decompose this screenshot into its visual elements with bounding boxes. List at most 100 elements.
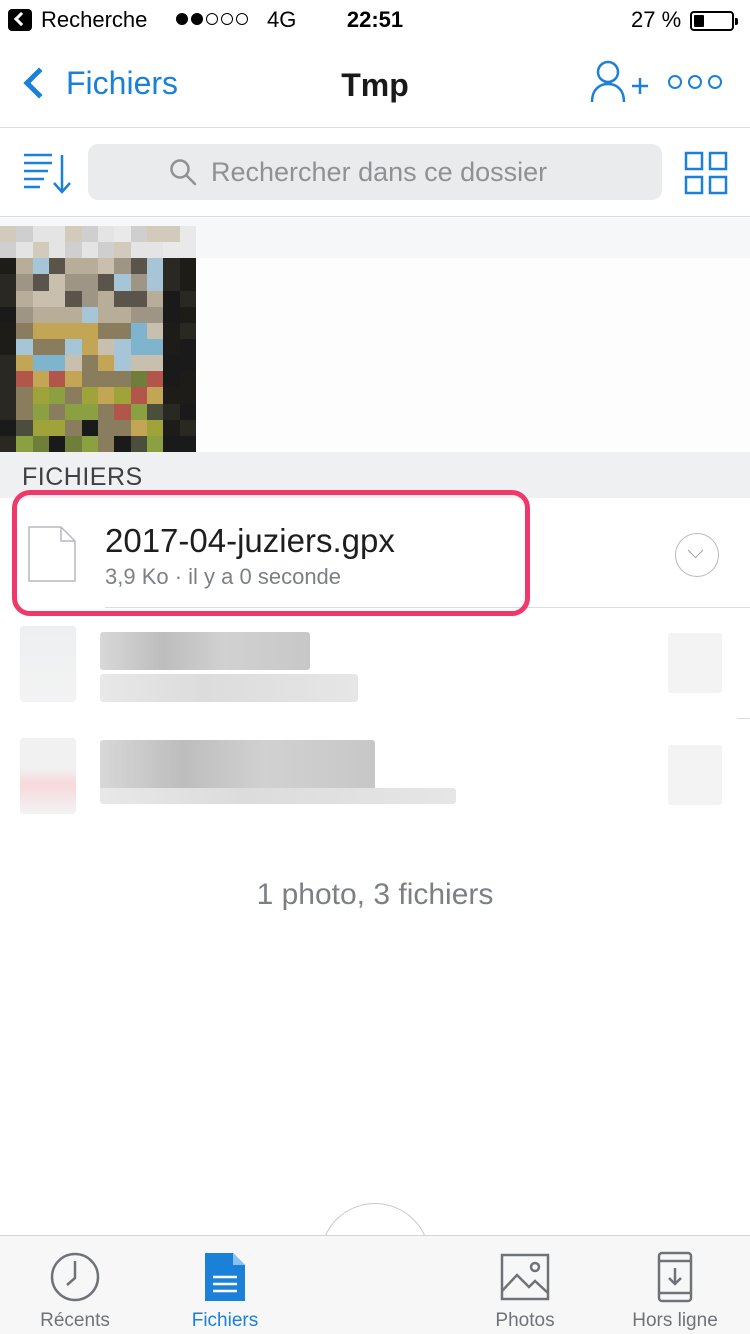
tab-offline[interactable]: Hors ligne	[600, 1236, 750, 1334]
photo-pixel	[32, 258, 49, 275]
file-meta: 3,9 Ko · il y a 0 seconde	[105, 564, 342, 589]
sort-button[interactable]	[22, 151, 74, 195]
photo-pixel	[147, 355, 164, 372]
photo-pixel	[147, 258, 164, 275]
photo-pixel	[65, 258, 82, 275]
photo-pixel	[49, 226, 66, 243]
folder-toolbar	[0, 129, 750, 217]
clock-icon	[50, 1252, 100, 1302]
file-options-button[interactable]	[675, 533, 719, 577]
photo-pixel	[65, 274, 82, 291]
tab-label: Photos	[495, 1310, 555, 1331]
photo-pixel	[16, 274, 33, 291]
files-section-header: FICHIERS	[0, 452, 750, 498]
photo-pixel	[81, 371, 98, 388]
photo-pixel	[179, 258, 196, 275]
more-icon	[668, 75, 682, 89]
photo-pixel	[163, 290, 180, 307]
photo-pixel	[16, 226, 33, 243]
photo-pixel	[32, 322, 49, 339]
photo-pixel	[179, 242, 196, 259]
photo-pixel	[163, 322, 180, 339]
photo-pixel	[147, 226, 164, 243]
photo-pixel	[163, 338, 180, 356]
photo-pixel	[0, 322, 17, 339]
photo-pixel	[114, 371, 131, 388]
tab-files[interactable]: Fichiers	[150, 1236, 300, 1334]
photo-thumbnail[interactable]	[0, 226, 196, 452]
file-row-obscured[interactable]	[0, 720, 750, 830]
back-button[interactable]: Fichiers	[14, 60, 178, 106]
photo-pixel	[98, 338, 115, 356]
search-input[interactable]	[211, 156, 581, 188]
photo-pixel	[32, 306, 49, 323]
photo-pixel	[16, 403, 33, 420]
photo-pixel	[130, 403, 147, 420]
photo-pixel	[32, 435, 49, 452]
photo-pixel	[65, 419, 82, 436]
photo-pixel	[98, 322, 115, 339]
photo-pixel	[130, 226, 147, 243]
photo-pixel	[65, 226, 82, 243]
file-name: 2017-04-juziers.gpx	[105, 522, 395, 559]
photo-pixel	[81, 403, 98, 420]
photo-pixel	[98, 355, 115, 372]
photo-pixel	[147, 435, 164, 452]
file-meta-obscured	[100, 674, 358, 702]
photo-pixel	[130, 290, 147, 307]
photo-pixel	[163, 371, 180, 388]
search-bar[interactable]	[88, 144, 662, 200]
photo-pixel	[163, 355, 180, 372]
photo-pixel	[16, 242, 33, 259]
photo-pixel	[114, 226, 131, 243]
photo-pixel	[179, 290, 196, 307]
photo-pixel	[130, 387, 147, 404]
photo-pixel	[49, 371, 66, 388]
share-folder-button[interactable]	[588, 58, 652, 106]
photo-pixel	[81, 274, 98, 291]
photo-pixel	[147, 419, 164, 436]
photo-pixel	[65, 387, 82, 404]
photo-pixel	[32, 290, 49, 307]
photo-pixel	[16, 322, 33, 339]
photo-pixel	[81, 322, 98, 339]
tab-label: Récents	[40, 1310, 110, 1331]
photo-pixel	[0, 306, 17, 323]
grid-view-button[interactable]	[684, 151, 728, 195]
tab-bar: Récents Fichiers Photos Hors ligne	[0, 1235, 750, 1334]
file-name-obscured	[100, 740, 375, 790]
photo-pixel	[65, 403, 82, 420]
photo-pixel	[49, 322, 66, 339]
row-divider	[737, 718, 750, 719]
tab-photos[interactable]: Photos	[450, 1236, 600, 1334]
photo-pixel	[179, 371, 196, 388]
photo-pixel	[0, 274, 17, 291]
photo-section-background	[196, 258, 750, 452]
tab-recents[interactable]: Récents	[0, 1236, 150, 1334]
photo-pixel	[147, 387, 164, 404]
photo-pixel	[16, 306, 33, 323]
more-button[interactable]	[668, 68, 726, 96]
photo-pixel	[16, 371, 33, 388]
photo-pixel	[163, 419, 180, 436]
photo-pixel	[179, 274, 196, 291]
file-row-obscured[interactable]	[0, 608, 750, 718]
tab-label: Fichiers	[191, 1310, 259, 1331]
photo-pixel	[163, 258, 180, 275]
photo-pixel	[16, 387, 33, 404]
photo-pixel	[32, 403, 49, 420]
photo-pixel	[179, 226, 196, 243]
folder-summary: 1 photo, 3 fichiers	[256, 878, 494, 911]
photo-pixel	[147, 403, 164, 420]
photo-pixel	[49, 306, 66, 323]
file-row[interactable]: 2017-04-juziers.gpx 3,9 Ko · il y a 0 se…	[0, 498, 750, 608]
photo-pixel	[163, 242, 180, 259]
photo-pixel	[0, 371, 17, 388]
photo-pixel	[0, 403, 17, 420]
photo-pixel	[114, 290, 131, 307]
photo-pixel	[114, 242, 131, 259]
photo-pixel	[179, 322, 196, 339]
photo-pixel	[114, 387, 131, 404]
photo-pixel	[0, 258, 17, 275]
photo-pixel	[179, 419, 196, 436]
